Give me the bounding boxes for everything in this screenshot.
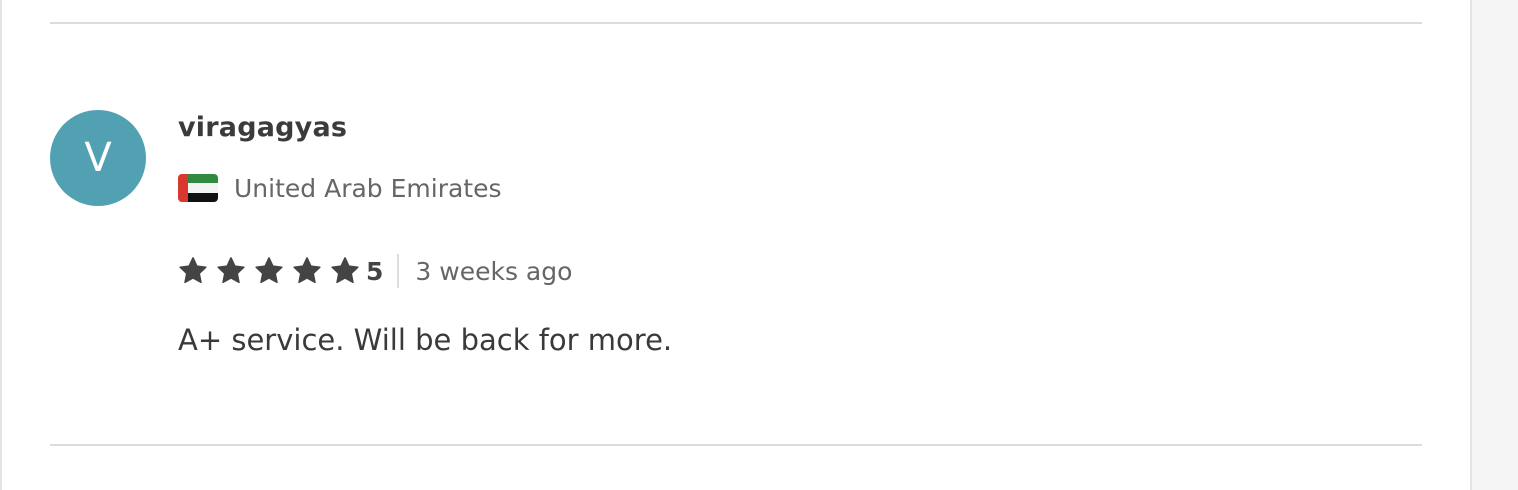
reviewer-country: United Arab Emirates (178, 172, 502, 204)
star-icon (217, 257, 245, 284)
scrollbar-track[interactable] (1470, 0, 1518, 490)
divider-bottom (50, 444, 1422, 446)
star-icon (331, 257, 359, 284)
divider-top (50, 22, 1422, 24)
left-border (0, 0, 2, 490)
rating-separator (397, 254, 400, 288)
star-icon (293, 257, 321, 284)
review-text: A+ service. Will be back for more. (178, 323, 673, 357)
avatar-initial: V (84, 135, 112, 181)
star-icon (179, 257, 207, 284)
rating-value: 5 (366, 256, 384, 286)
rating-row: 5 3 weeks ago (178, 252, 572, 290)
reviewer-name[interactable]: viragagyas (178, 110, 347, 146)
country-name: United Arab Emirates (234, 173, 502, 203)
uae-flag-icon (178, 174, 218, 202)
review-page: V viragagyas United Arab Emirates 5 3 we… (0, 0, 1518, 490)
star-icon (255, 257, 283, 284)
avatar: V (50, 110, 146, 206)
star-rating (178, 256, 366, 286)
review-date: 3 weeks ago (415, 256, 573, 286)
